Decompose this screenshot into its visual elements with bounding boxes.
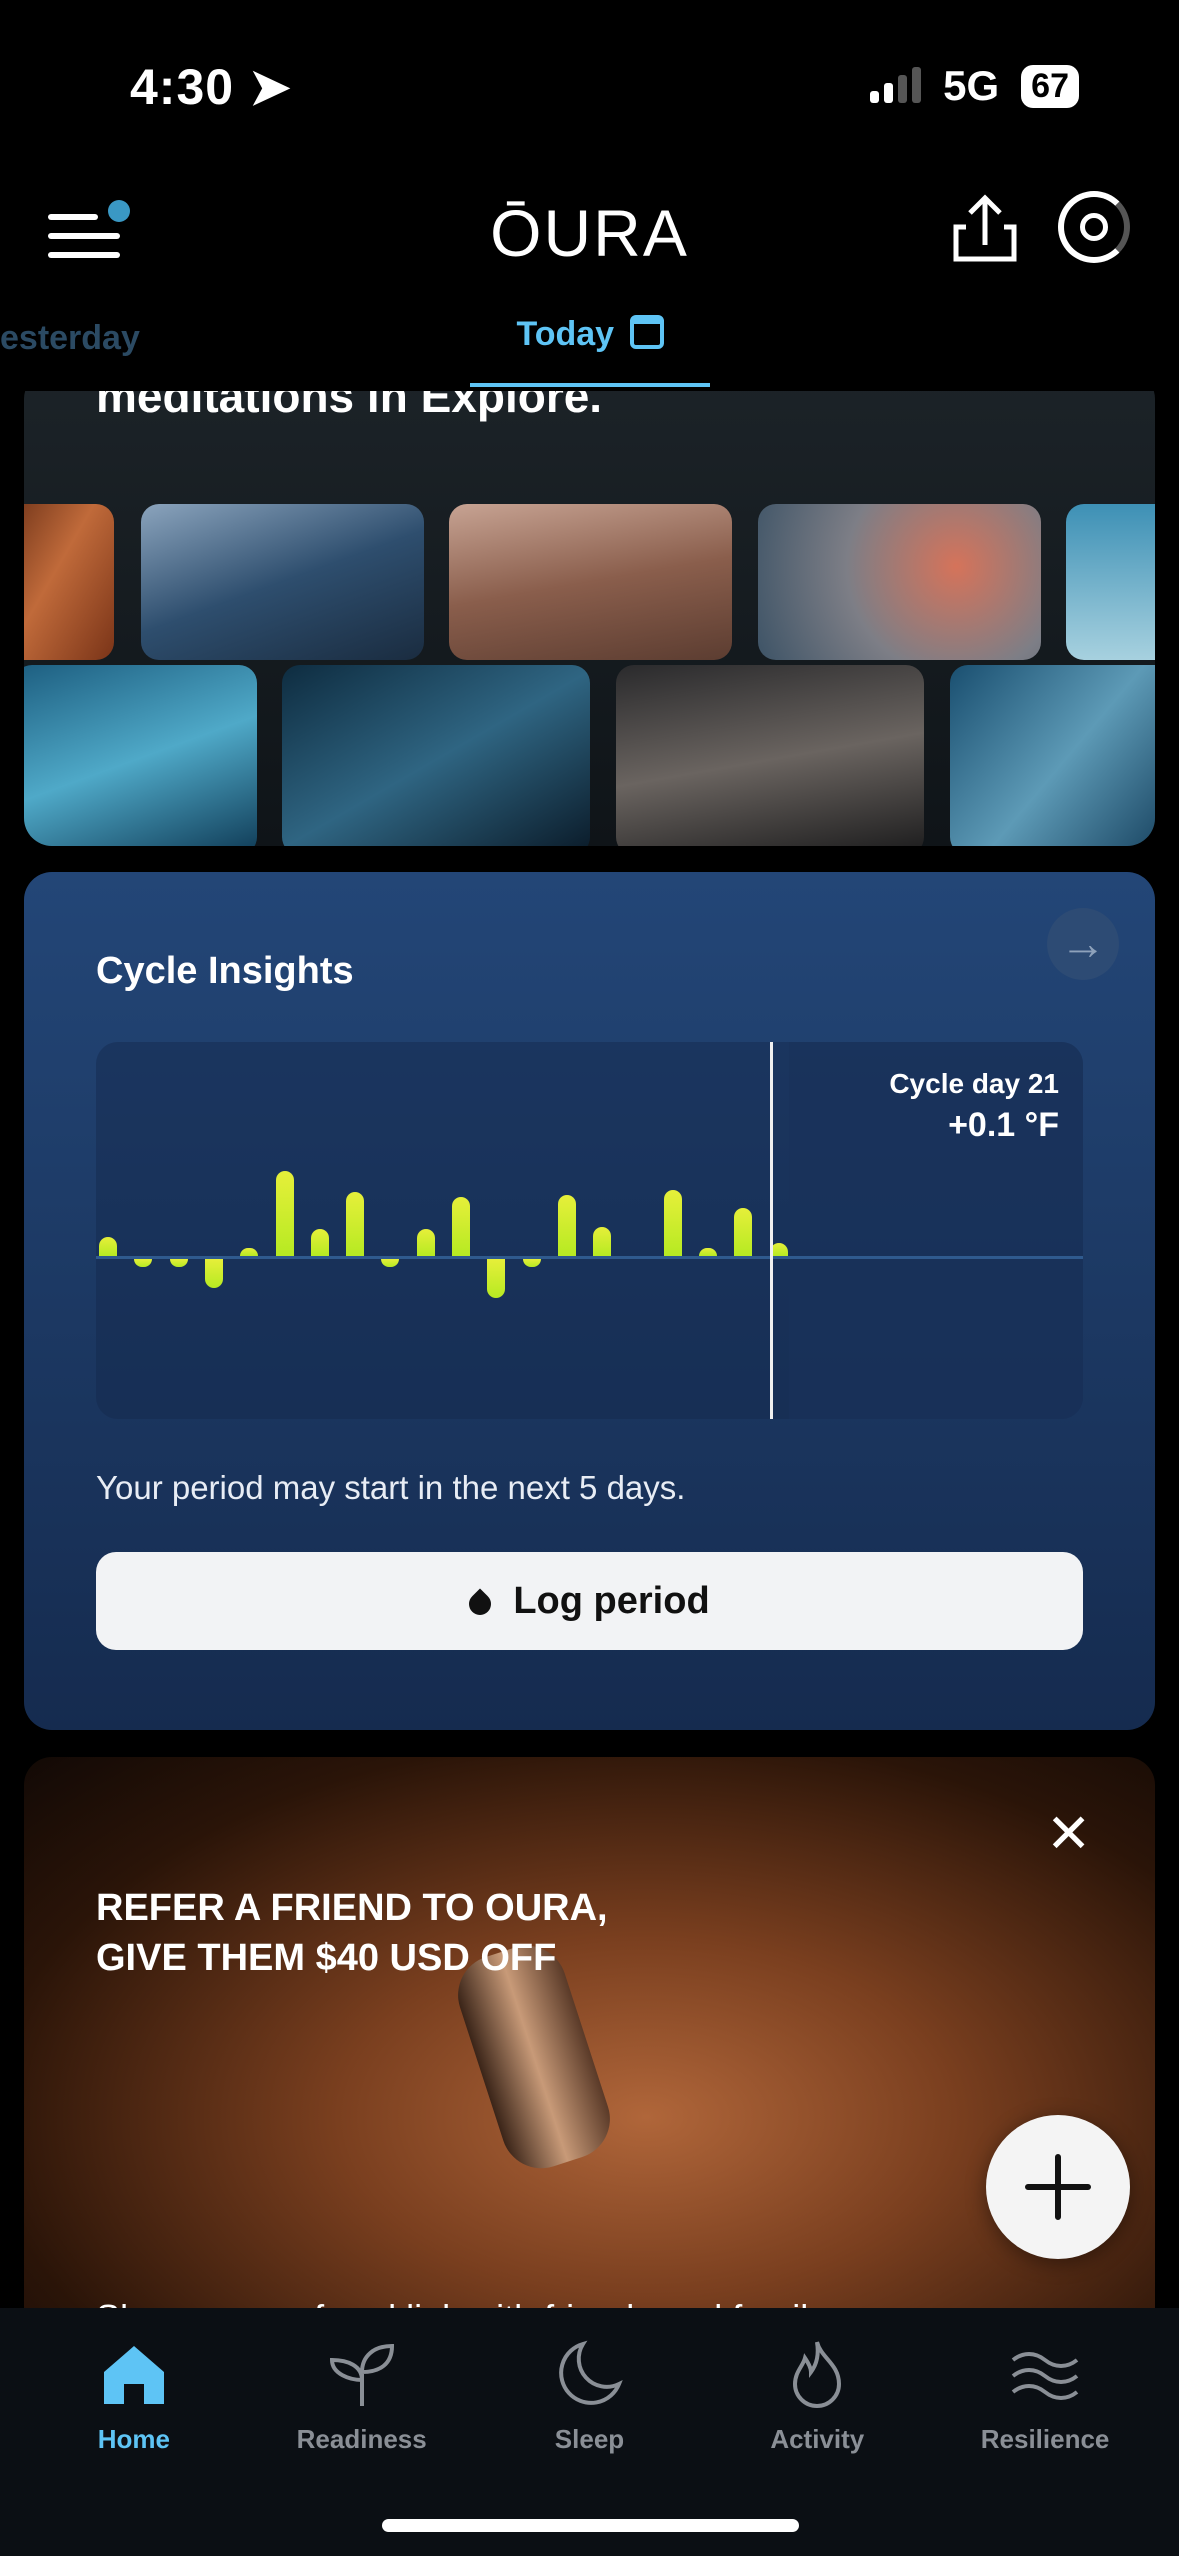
day-tabs: esterday Today (0, 315, 1179, 387)
selected-day-label: Cycle day 21 (889, 1068, 1059, 1099)
chart-bar-day-20[interactable] (734, 1208, 753, 1256)
chart-bar-day-14[interactable] (522, 1259, 541, 1267)
nav-resilience[interactable]: Resilience (935, 2308, 1155, 2556)
referral-title: REFER A FRIEND TO OURA, GIVE THEM $40 US… (96, 1883, 608, 1983)
log-period-button[interactable]: Log period (96, 1552, 1083, 1650)
meditation-thumbnail[interactable] (282, 665, 590, 846)
chart-bar-day-9[interactable] (346, 1192, 365, 1256)
meditation-thumbnail[interactable] (616, 665, 924, 846)
chart-bar-day-2[interactable] (99, 1237, 117, 1256)
location-icon: ➤ (248, 59, 292, 115)
app-header: ŌURA (0, 185, 1179, 275)
meditation-heading: meditations in Explore. (96, 391, 603, 422)
arrow-right-icon: → (1060, 917, 1106, 969)
tab-today[interactable]: Today (470, 315, 710, 387)
plus-icon (1025, 2154, 1091, 2220)
temperature-chart: Cycle day 21 +0.1 °F (96, 1042, 1083, 1419)
chart-bar-day-7[interactable] (275, 1170, 294, 1256)
sprout-icon (329, 2343, 394, 2406)
chart-bar-day-3[interactable] (134, 1259, 153, 1267)
chart-bar-day-13[interactable] (487, 1259, 506, 1298)
cycle-insights-card[interactable]: Cycle Insights → Cycle day 21 +0.1 °F Yo… (24, 872, 1155, 1730)
chart-bar-day-18[interactable] (663, 1189, 682, 1256)
chart-bar-day-6[interactable] (240, 1248, 259, 1256)
drop-icon (464, 1588, 496, 1620)
meditation-thumbnail[interactable] (24, 504, 114, 660)
nav-home[interactable]: Home (24, 2308, 244, 2556)
share-button[interactable] (952, 193, 1018, 268)
meditation-thumbnail[interactable] (1066, 504, 1155, 660)
meditation-thumbnail[interactable] (141, 504, 424, 660)
meditation-thumbnail[interactable] (950, 665, 1155, 846)
chart-bar-day-4[interactable] (169, 1259, 188, 1267)
chart-bar-day-15[interactable] (557, 1194, 576, 1256)
selected-day-line (770, 1042, 773, 1419)
card-title: Cycle Insights (96, 950, 354, 992)
close-button[interactable]: ✕ (1046, 1807, 1091, 1861)
add-button[interactable] (986, 2115, 1130, 2259)
selected-day-value: +0.1 °F (948, 1106, 1059, 1144)
meditation-card[interactable]: meditations in Explore. (24, 391, 1155, 846)
status-time: 4:30 ➤ (130, 59, 292, 115)
status-indicators: 5G 67 (870, 62, 1079, 110)
calendar-icon (629, 315, 664, 349)
home-feed[interactable]: meditations in Explore. Cycle Insights →… (0, 391, 1179, 2308)
referral-title-line: REFER A FRIEND TO OURA, (96, 1887, 608, 1929)
home-indicator[interactable] (382, 2519, 799, 2532)
tab-yesterday[interactable]: esterday (0, 319, 140, 358)
share-icon (953, 194, 1017, 262)
moon-icon (559, 2340, 624, 2405)
home-icon (103, 2346, 164, 2404)
meditation-thumbnail[interactable] (24, 665, 257, 846)
ring-status-button[interactable] (1058, 191, 1130, 263)
referral-body: Share your referral link with friends an… (96, 2297, 826, 2308)
flame-icon (793, 2341, 842, 2408)
close-icon: ✕ (1046, 1804, 1092, 1864)
period-prediction-text: Your period may start in the next 5 days… (96, 1469, 686, 1506)
chart-bar-day-8[interactable] (310, 1229, 329, 1256)
chart-baseline (96, 1256, 1083, 1259)
network-label: 5G (943, 62, 1000, 109)
open-cycle-insights-button[interactable]: → (1047, 908, 1119, 980)
referral-title-line: GIVE THEM $40 USD OFF (96, 1937, 557, 1979)
meditation-thumbnail[interactable] (758, 504, 1041, 660)
battery-icon: 67 (1021, 64, 1079, 108)
chart-bar-day-12[interactable] (452, 1197, 470, 1256)
chart-bar-day-11[interactable] (416, 1229, 435, 1256)
chart-bar-day-10[interactable] (381, 1259, 400, 1267)
chart-bar-day-19[interactable] (699, 1248, 718, 1256)
chart-bar-day-5[interactable] (204, 1259, 223, 1289)
signal-icon (870, 67, 922, 103)
waves-icon (1011, 2352, 1079, 2400)
meditation-thumbnail[interactable] (449, 504, 732, 660)
chart-bar-day-16[interactable] (593, 1226, 612, 1256)
